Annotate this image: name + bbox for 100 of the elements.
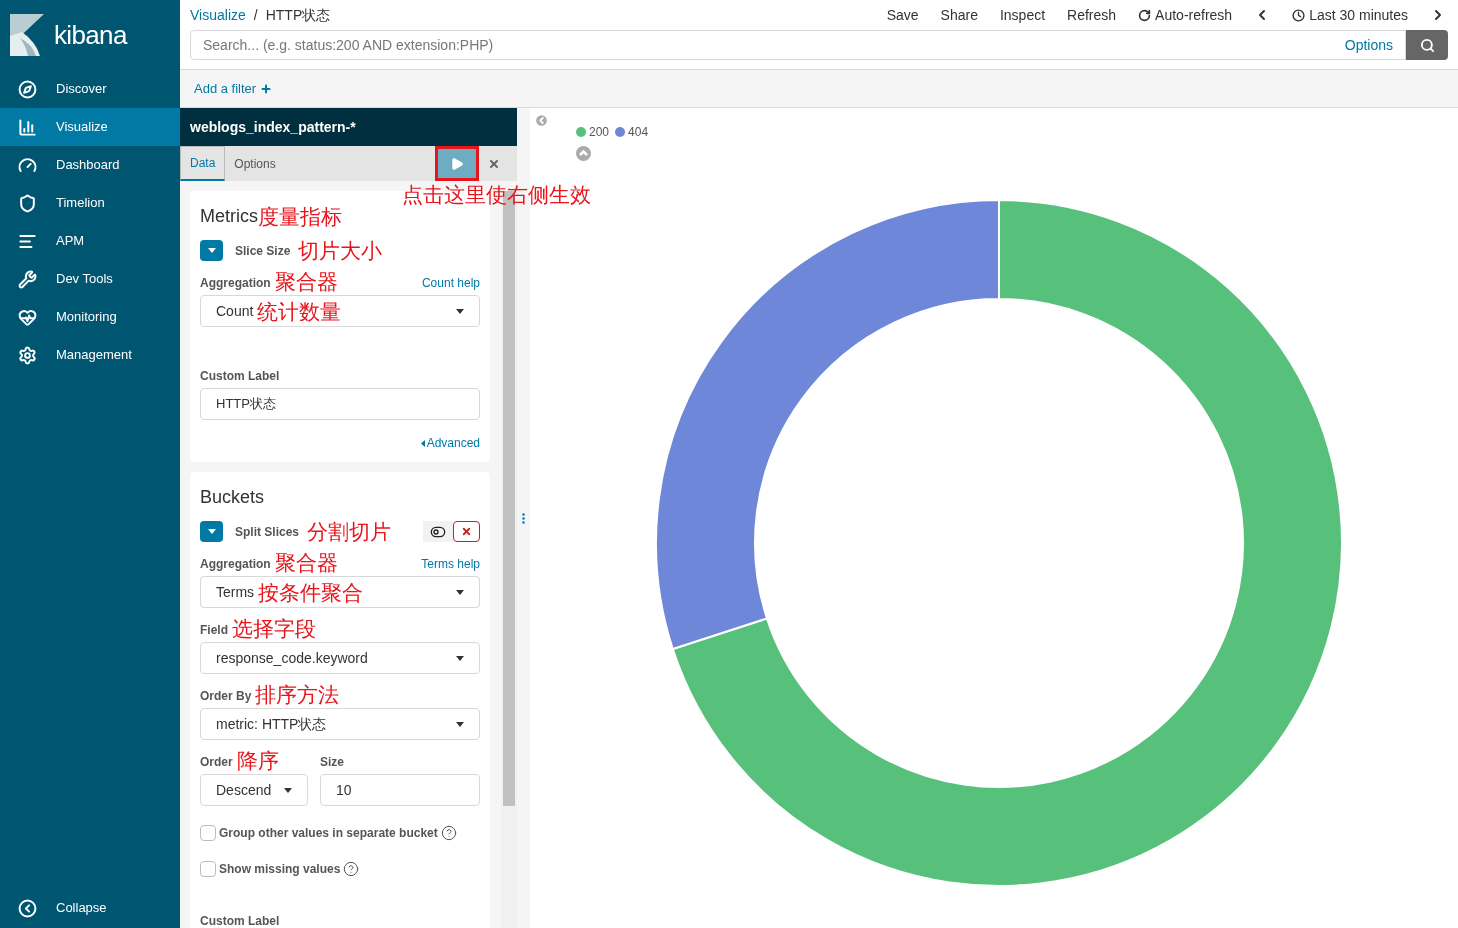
nav-item[interactable]: Visualize <box>0 108 180 146</box>
editor-tab[interactable]: Data <box>180 146 226 181</box>
nav-item[interactable]: Monitoring <box>0 298 180 336</box>
advanced-link[interactable]: Advanced <box>420 434 480 452</box>
collapse-button[interactable]: Collapse <box>0 889 180 927</box>
index-pattern-header: weblogs_index_pattern-* <box>180 108 517 146</box>
help-icon <box>343 861 360 877</box>
breadcrumb-current: HTTP状态 <box>265 5 331 25</box>
menu-button[interactable]: Refresh <box>1067 4 1117 26</box>
caret-icon <box>207 248 216 253</box>
nav-item[interactable]: Dashboard <box>0 146 180 184</box>
select-value: Count <box>216 301 254 321</box>
nav-item[interactable]: Timelion <box>0 184 180 222</box>
clock-icon <box>1292 8 1306 22</box>
menu-button[interactable]: Save <box>886 4 919 26</box>
field-label: Aggregation <box>200 556 271 573</box>
logo-icon <box>10 14 44 56</box>
caret-icon <box>284 787 292 793</box>
order-select[interactable]: Descend <box>200 774 308 806</box>
field-label: Aggregation <box>200 275 271 292</box>
annotation-note: 分割切片 <box>307 521 392 542</box>
annotation-note: 点击这里使右侧生效 <box>402 184 591 205</box>
nav-icon <box>18 345 37 365</box>
select-value: response_code.keyword <box>216 648 368 668</box>
menu-button[interactable]: Share <box>940 4 978 26</box>
section-title: Buckets <box>200 487 265 507</box>
editor-tab[interactable]: Options <box>225 146 285 181</box>
checkbox-label: Show missing values <box>219 861 341 878</box>
apply-button[interactable] <box>435 146 479 181</box>
legend-label[interactable]: 200 <box>589 123 610 141</box>
search-button[interactable] <box>1406 30 1448 60</box>
breadcrumb-separator: / <box>253 5 258 25</box>
section-title: Metrics <box>200 205 258 226</box>
select-value: Descend <box>216 780 272 800</box>
nav-item[interactable]: Management <box>0 336 180 374</box>
options-link[interactable]: Options <box>1344 34 1393 56</box>
nav-icon <box>18 307 37 327</box>
logo-text: kibana <box>54 18 127 52</box>
checkbox[interactable] <box>200 861 216 877</box>
breadcrumb-link[interactable]: Visualize <box>190 4 246 26</box>
caret-left-icon <box>420 439 425 447</box>
collapse-toggle[interactable] <box>200 521 223 542</box>
field-label: Order <box>200 754 233 771</box>
field-label: Custom Label <box>200 914 280 928</box>
nav-item[interactable]: APM <box>0 222 180 260</box>
toggle-button[interactable] <box>423 521 453 542</box>
annotation-note: 选择字段 <box>232 618 316 639</box>
remove-button[interactable] <box>453 521 480 542</box>
toggle-legend-icon[interactable] <box>534 113 549 128</box>
close-icon <box>461 526 472 537</box>
field-label: Custom Label <box>200 368 280 385</box>
caret-icon <box>456 308 464 314</box>
collapse-icon <box>18 898 37 918</box>
annotation-note: 降序 <box>236 750 279 771</box>
aggregation-select[interactable]: Count 统计数量 <box>200 295 480 327</box>
order-by-select[interactable]: metric: HTTP状态 <box>200 708 480 740</box>
annotation-note: 聚合器 <box>274 552 338 573</box>
aggregation-title: Slice Size <box>235 242 291 260</box>
plus-icon <box>260 82 273 95</box>
annotation-note: 切片大小 <box>298 240 383 261</box>
aggregation-title: Split Slices <box>235 523 300 541</box>
legend-label[interactable]: 404 <box>628 123 649 141</box>
nav-icon <box>18 155 37 175</box>
caret-icon <box>456 721 464 727</box>
nav-item[interactable]: Dev Tools <box>0 260 180 298</box>
menu-button[interactable]: Inspect <box>999 4 1046 26</box>
aggregation-select[interactable]: Terms 按条件聚合 <box>200 576 480 608</box>
caret-icon <box>207 529 216 534</box>
search-icon <box>1419 37 1435 53</box>
nav-item[interactable]: Discover <box>0 70 180 108</box>
drag-handle-icon <box>522 512 525 524</box>
menu-button[interactable]: Auto-refresh <box>1138 4 1233 26</box>
search-field[interactable]: Search... (e.g. status:200 AND extension:PHP) Options <box>190 30 1406 60</box>
nav-icon <box>18 193 37 213</box>
help-icon <box>440 825 457 841</box>
nav-icon <box>18 79 37 99</box>
play-icon <box>450 156 464 171</box>
refresh-icon <box>1138 8 1152 22</box>
select-value: Terms <box>216 582 255 602</box>
caret-icon <box>456 589 464 595</box>
help-link[interactable]: Terms help <box>421 555 480 573</box>
caret-icon <box>456 655 464 661</box>
checkbox[interactable] <box>200 825 216 841</box>
field-label: Size <box>320 754 344 771</box>
collapse-toggle[interactable] <box>200 240 223 261</box>
annotation-note: 按条件聚合 <box>258 581 364 603</box>
annotation-note: 排序方法 <box>255 684 340 705</box>
custom-label-field[interactable]: HTTP状态 <box>200 388 480 420</box>
annotation-note: 聚合器 <box>274 271 338 292</box>
add-filter-link[interactable]: Add a filter <box>194 78 273 99</box>
nav-icon <box>18 117 37 137</box>
field-label: Order By <box>200 688 252 705</box>
time-picker-button[interactable]: Last 30 minutes <box>1292 4 1408 26</box>
checkbox-label: Group other values in separate bucket <box>219 825 438 842</box>
close-icon <box>488 157 500 170</box>
help-link[interactable]: Count help <box>421 274 480 292</box>
field-label: Field <box>200 622 228 639</box>
size-field[interactable]: 10 <box>320 774 480 806</box>
annotation-note: 统计数量 <box>257 300 342 322</box>
field-select[interactable]: response_code.keyword <box>200 642 480 674</box>
